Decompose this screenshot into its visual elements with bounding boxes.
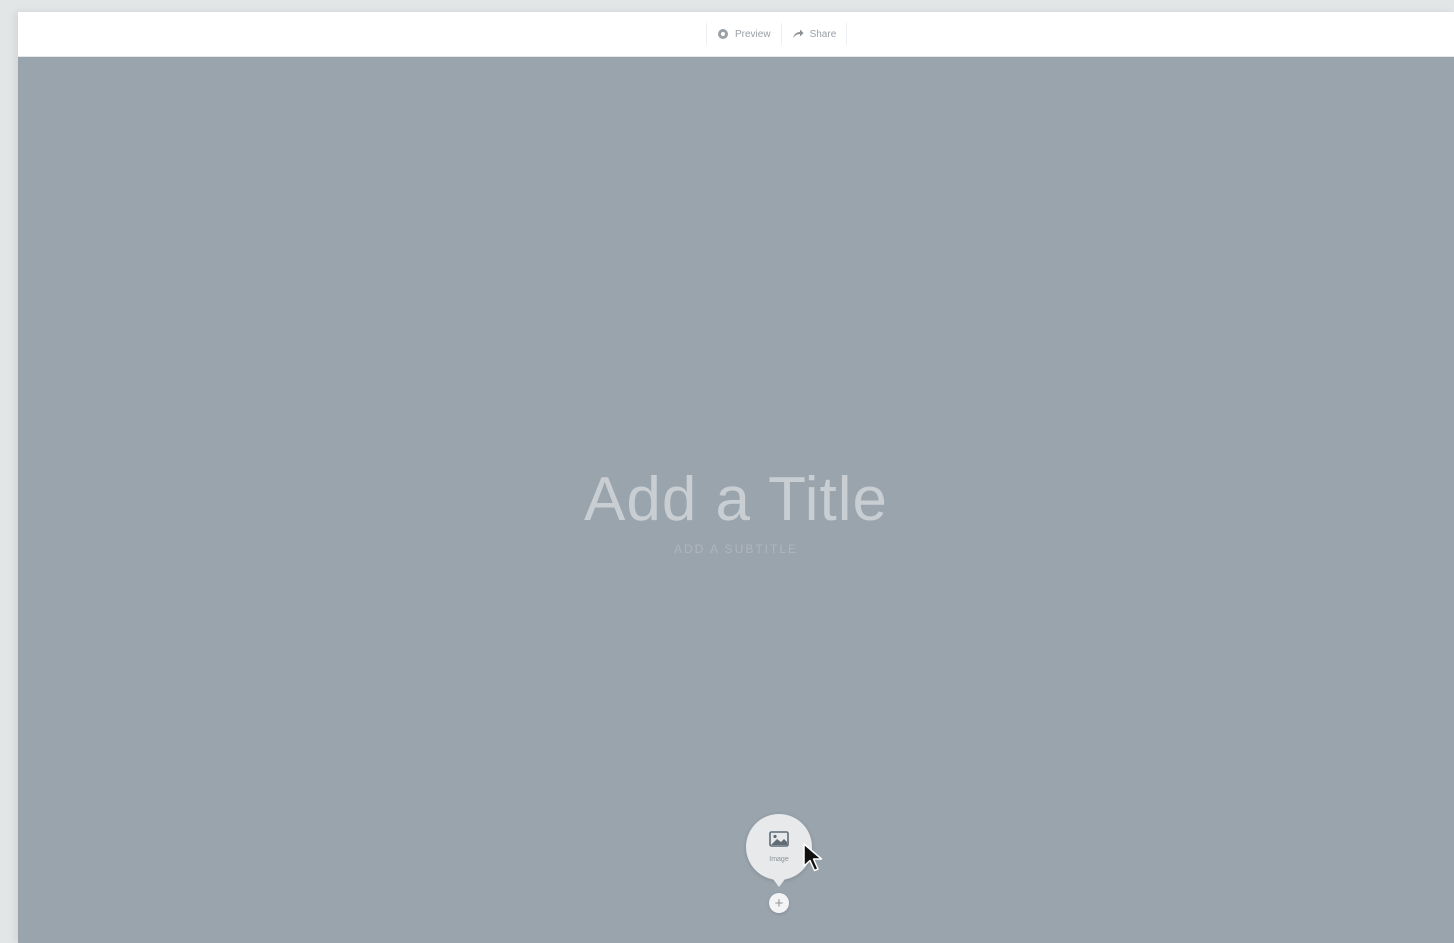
share-label: Share xyxy=(809,28,837,40)
top-toolbar-bar: Preview Share xyxy=(18,12,1454,57)
hero-section: Add a Title ADD A SUBTITLE Image + xyxy=(18,56,1454,943)
image-label: Image xyxy=(769,856,789,863)
editor-window: Preview Share Add a Title ADD A SUBTITLE xyxy=(18,12,1454,943)
eye-icon xyxy=(717,28,729,40)
plus-icon: + xyxy=(774,894,784,912)
share-arrow-icon xyxy=(792,28,804,40)
title-input[interactable]: Add a Title xyxy=(18,464,1454,535)
preview-button[interactable]: Preview xyxy=(706,23,782,45)
subtitle-input[interactable]: ADD A SUBTITLE xyxy=(18,542,1454,556)
image-icon xyxy=(769,831,789,852)
add-section-button[interactable]: + xyxy=(769,893,789,913)
toolbar: Preview Share xyxy=(706,22,848,46)
mouse-cursor-icon xyxy=(802,842,824,874)
preview-label: Preview xyxy=(735,28,771,40)
share-button[interactable]: Share xyxy=(782,23,848,45)
